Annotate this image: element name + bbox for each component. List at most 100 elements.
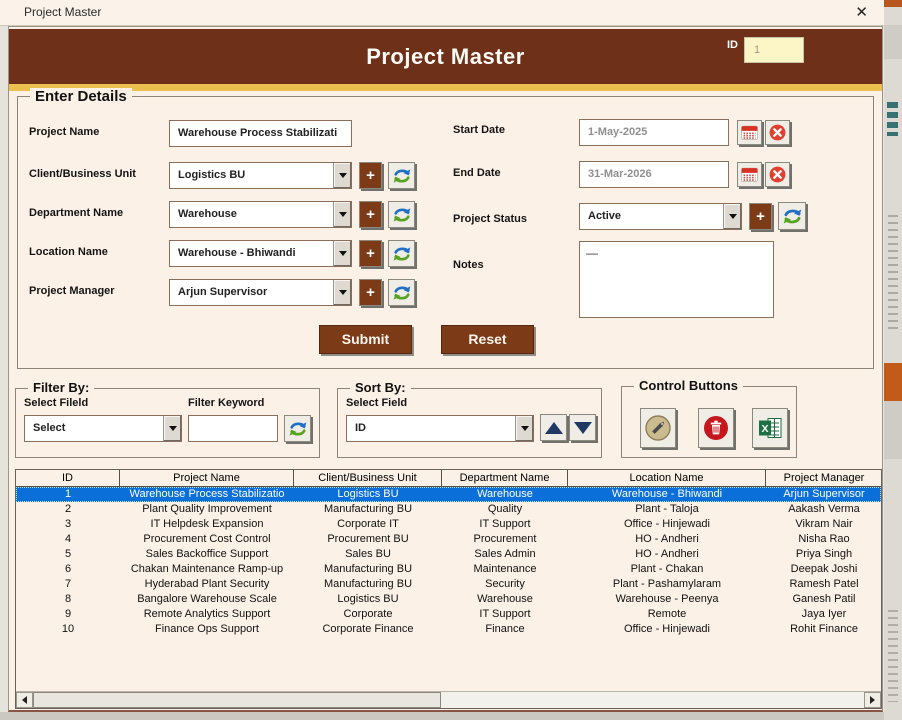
end-date-picker-button[interactable] [737, 162, 762, 187]
start-date-input[interactable]: 1-May-2025 [579, 119, 729, 146]
background-block [884, 25, 902, 59]
start-date-picker-button[interactable] [737, 120, 762, 145]
table-cell: Warehouse - Peenya [568, 592, 766, 607]
refresh-icon [392, 166, 412, 186]
add-location-button[interactable]: + [359, 240, 382, 267]
table-cell: Logistics BU [294, 592, 442, 607]
manager-select[interactable]: Arjun Supervisor [169, 279, 352, 306]
scroll-left-button[interactable] [16, 692, 33, 708]
table-cell: Warehouse Process Stabilizatio [120, 487, 294, 502]
form-header-band: Project Master ID 1 [9, 29, 882, 84]
filter-field-select[interactable]: Select [24, 415, 182, 442]
close-icon[interactable]: ✕ [855, 3, 868, 23]
edit-record-button[interactable] [640, 408, 676, 448]
table-cell: Arjun Supervisor [766, 487, 882, 502]
table-cell: IT Support [442, 607, 568, 622]
clear-x-icon [768, 123, 787, 142]
end-date-input[interactable]: 31-Mar-2026 [579, 161, 729, 188]
chevron-down-icon[interactable] [723, 204, 741, 229]
chevron-down-icon[interactable] [333, 280, 351, 305]
refresh-status-button[interactable] [778, 202, 806, 230]
project-name-input[interactable]: Warehouse Process Stabilizati [169, 120, 352, 147]
table-row[interactable]: 1Warehouse Process StabilizatioLogistics… [16, 487, 881, 502]
horizontal-scrollbar[interactable] [16, 691, 881, 708]
table-row[interactable]: 4Procurement Cost ControlProcurement BUP… [16, 532, 881, 547]
table-cell: Procurement BU [294, 532, 442, 547]
refresh-manager-button[interactable] [388, 279, 415, 306]
id-field[interactable]: 1 [744, 37, 804, 63]
sort-field-select[interactable]: ID [346, 415, 534, 442]
add-client-button[interactable]: + [359, 162, 382, 189]
clear-end-date-button[interactable] [765, 162, 790, 187]
chevron-down-icon[interactable] [333, 202, 351, 227]
chevron-down-icon[interactable] [333, 163, 351, 188]
table-row[interactable]: 7Hyderabad Plant SecurityManufacturing B… [16, 577, 881, 592]
table-cell: Maintenance [442, 562, 568, 577]
table-cell: Vikram Nair [766, 517, 882, 532]
sort-ascending-button[interactable] [540, 414, 567, 441]
table-row[interactable]: 9Remote Analytics SupportCorporateIT Sup… [16, 607, 881, 622]
table-cell: 3 [16, 517, 120, 532]
background-block [884, 0, 902, 7]
refresh-icon [782, 206, 803, 227]
add-manager-button[interactable]: + [359, 279, 382, 306]
window-title: Project Master [24, 5, 101, 19]
filter-keyword-input[interactable] [188, 415, 278, 442]
location-select[interactable]: Warehouse - Bhiwandi [169, 240, 352, 267]
add-status-button[interactable]: + [749, 203, 772, 230]
chevron-down-icon[interactable] [163, 416, 181, 441]
table-cell: 5 [16, 547, 120, 562]
table-header: IDProject NameClient/Business UnitDepart… [16, 470, 881, 487]
table-row[interactable]: 5Sales Backoffice SupportSales BUSales A… [16, 547, 881, 562]
refresh-client-button[interactable] [388, 162, 415, 189]
department-value: Warehouse [178, 208, 237, 220]
clear-start-date-button[interactable] [765, 120, 790, 145]
table-cell: Sales Admin [442, 547, 568, 562]
table-cell: Security [442, 577, 568, 592]
table-cell: Sales Backoffice Support [120, 547, 294, 562]
status-select[interactable]: Active [579, 203, 742, 230]
manager-label: Project Manager [29, 285, 115, 297]
table-cell: Remote Analytics Support [120, 607, 294, 622]
sort-descending-button[interactable] [569, 414, 596, 441]
enter-details-legend: Enter Details [30, 88, 132, 105]
chevron-down-icon[interactable] [515, 416, 533, 441]
table-row[interactable]: 8Bangalore Warehouse ScaleLogistics BUWa… [16, 592, 881, 607]
table-cell: HO - Andheri [568, 532, 766, 547]
add-department-button[interactable]: + [359, 201, 382, 228]
refresh-icon [392, 244, 412, 264]
table-header-cell: ID [16, 470, 120, 486]
submit-button[interactable]: Submit [319, 325, 412, 354]
client-bu-value: Logistics BU [178, 169, 245, 181]
table-cell: Aakash Verma [766, 502, 882, 517]
refresh-department-button[interactable] [388, 201, 415, 228]
location-value: Warehouse - Bhiwandi [178, 247, 296, 259]
client-bu-select[interactable]: Logistics BU [169, 162, 352, 189]
reset-button[interactable]: Reset [441, 325, 534, 354]
filter-keyword-label: Filter Keyword [188, 397, 264, 409]
table-row[interactable]: 10Finance Ops SupportCorporate FinanceFi… [16, 622, 881, 637]
table-cell: Deepak Joshi [766, 562, 882, 577]
table-row[interactable]: 2Plant Quality ImprovementManufacturing … [16, 502, 881, 517]
department-select[interactable]: Warehouse [169, 201, 352, 228]
trash-icon [702, 414, 730, 442]
export-excel-button[interactable]: X [752, 408, 788, 448]
background-block [888, 215, 898, 333]
table-cell: 6 [16, 562, 120, 577]
apply-filter-button[interactable] [284, 415, 311, 442]
table-row[interactable]: 6Chakan Maintenance Ramp-upManufacturing… [16, 562, 881, 577]
table-cell: Procurement Cost Control [120, 532, 294, 547]
table-cell: Office - Hinjewadi [568, 517, 766, 532]
chevron-down-icon[interactable] [333, 241, 351, 266]
filter-by-legend: Filter By: [28, 380, 94, 395]
table-cell: Ganesh Patil [766, 592, 882, 607]
delete-record-button[interactable] [698, 408, 734, 448]
table-row[interactable]: 3IT Helpdesk ExpansionCorporate ITIT Sup… [16, 517, 881, 532]
notes-textarea[interactable]: — [579, 241, 774, 318]
sort-field-label: Select Field [346, 397, 407, 409]
calendar-icon [740, 165, 759, 184]
scrollbar-thumb[interactable] [33, 692, 441, 708]
scroll-right-button[interactable] [864, 692, 881, 708]
refresh-location-button[interactable] [388, 240, 415, 267]
projects-table[interactable]: IDProject NameClient/Business UnitDepart… [15, 469, 882, 709]
